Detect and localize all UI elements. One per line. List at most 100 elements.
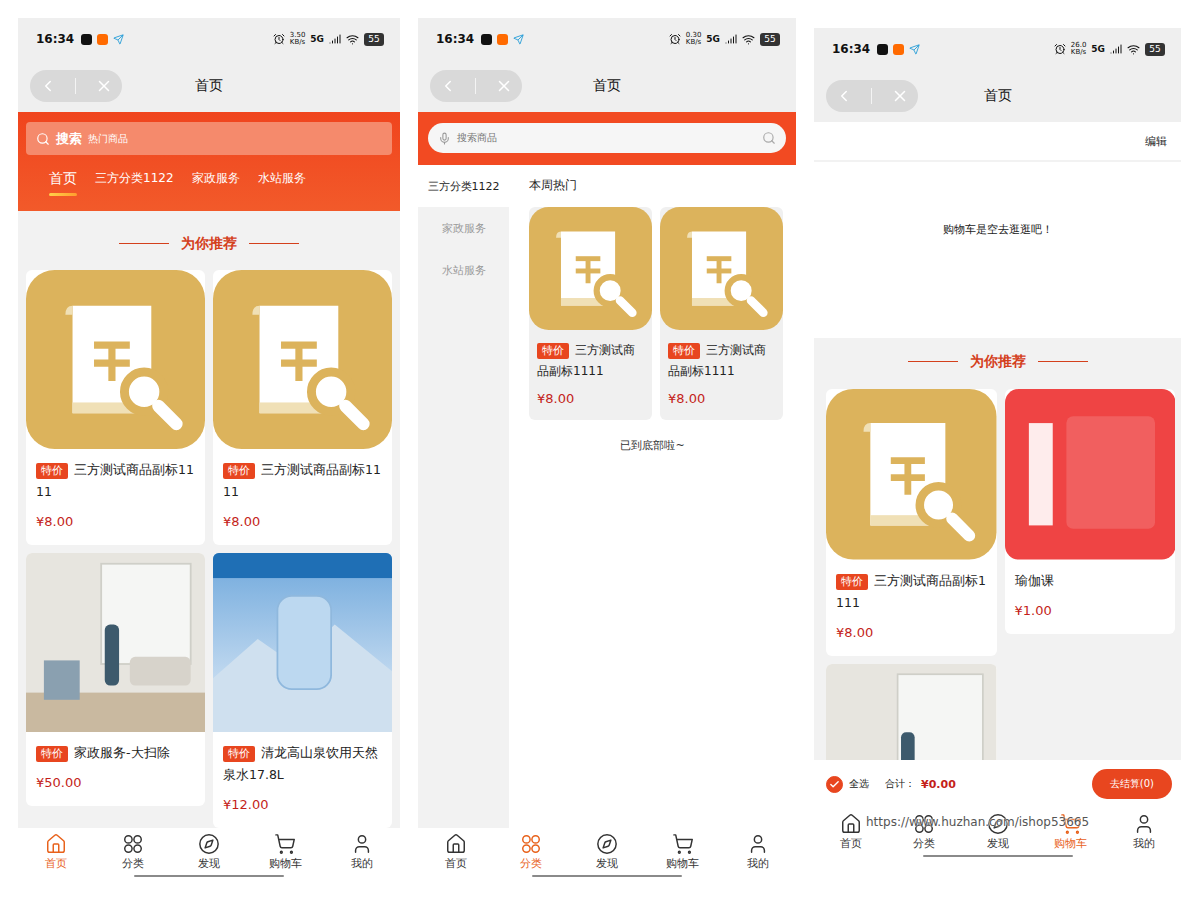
- network-type: 5G: [310, 34, 324, 44]
- profile-icon: [351, 833, 373, 855]
- category-tab[interactable]: 家政服务: [183, 169, 249, 199]
- product-info: 特价三方测试商品副标1111¥8.00: [826, 560, 997, 656]
- product-price: ¥1.00: [1015, 602, 1166, 620]
- alarm-icon: [273, 33, 285, 45]
- sidebar-item[interactable]: 三方分类1122: [418, 165, 509, 207]
- tab-bar-item[interactable]: 发现: [569, 828, 645, 875]
- receipt-image[interactable]: [26, 270, 205, 449]
- status-right: 26.0KB/s5G55: [1054, 42, 1165, 56]
- close-icon[interactable]: [95, 77, 113, 95]
- nav-bar: 首页: [814, 70, 1181, 122]
- total-label: 合计：: [885, 777, 915, 791]
- checkout-button[interactable]: 去结算(0): [1092, 769, 1172, 799]
- status-left: 16:34: [832, 42, 920, 56]
- status-time: 16:34: [832, 42, 870, 56]
- product-price: ¥8.00: [537, 390, 644, 408]
- tab-bar-item[interactable]: 发现: [171, 828, 247, 875]
- search-box[interactable]: 搜索热门商品: [26, 122, 392, 155]
- room-photo[interactable]: [826, 664, 997, 761]
- product-price: ¥8.00: [36, 513, 195, 531]
- product-card[interactable]: 特价三方测试商品副标1111¥8.00: [660, 207, 783, 420]
- search-icon[interactable]: [762, 131, 776, 145]
- network-speed: 3.50KB/s: [290, 32, 306, 46]
- category-icon: [122, 833, 144, 855]
- tab-bar-item[interactable]: 首页: [418, 828, 494, 875]
- cart-icon: [1060, 813, 1082, 835]
- product-price: ¥12.00: [223, 796, 382, 814]
- product-info: 特价三方测试商品副标1111¥8.00: [213, 449, 392, 545]
- wifi-icon: [742, 33, 755, 46]
- section-title: 为你推荐: [814, 338, 1181, 389]
- tab-bar-item[interactable]: 首页: [814, 808, 887, 855]
- check-icon: [829, 779, 840, 790]
- tab-bar-item[interactable]: 我的: [324, 828, 400, 875]
- receipt-image[interactable]: [660, 207, 783, 330]
- network-type: 5G: [706, 34, 720, 44]
- watermark: https://www.huzhan.com/ishop53665: [866, 815, 1089, 829]
- wifi-icon: [1127, 43, 1140, 56]
- receipt-image[interactable]: [529, 207, 652, 330]
- product-info: 特价清龙高山泉饮用天然泉水17.8L¥12.00: [213, 732, 392, 828]
- category-tab[interactable]: 首页: [40, 169, 86, 199]
- back-icon[interactable]: [39, 77, 57, 95]
- category-icon: [520, 833, 542, 855]
- sidebar-item[interactable]: 家政服务: [418, 207, 509, 249]
- wifi-icon: [346, 33, 359, 46]
- logo-image[interactable]: [1005, 389, 1176, 560]
- back-icon[interactable]: [439, 77, 457, 95]
- receipt-image[interactable]: [213, 270, 392, 449]
- status-right: 3.50KB/s5G55: [273, 32, 384, 46]
- tab-bar-item[interactable]: 我的: [1108, 808, 1181, 855]
- tab-bar-item[interactable]: 分类: [494, 828, 570, 875]
- title-line: [249, 243, 299, 244]
- product-card[interactable]: [826, 664, 997, 761]
- product-card[interactable]: 特价清龙高山泉饮用天然泉水17.8L¥12.00: [213, 553, 392, 828]
- tiktok-icon: [877, 44, 888, 55]
- tab-bar-item[interactable]: 我的: [720, 828, 796, 875]
- category-tab[interactable]: 三方分类1122: [86, 169, 183, 199]
- capsule-divider: [871, 88, 872, 104]
- sidebar-item[interactable]: 水站服务: [418, 249, 509, 291]
- nav-title: 首页: [593, 77, 621, 95]
- product-price: ¥8.00: [668, 390, 775, 408]
- close-icon[interactable]: [495, 77, 513, 95]
- tab-bar-item[interactable]: 购物车: [645, 828, 721, 875]
- product-card[interactable]: 特价家政服务-大扫除¥50.00: [26, 553, 205, 806]
- edit-button[interactable]: 编辑: [1145, 134, 1167, 149]
- tab-bar-item[interactable]: 首页: [18, 828, 94, 875]
- product-card[interactable]: 特价三方测试商品副标1111¥8.00: [213, 270, 392, 545]
- home-icon: [45, 833, 67, 855]
- select-all-label[interactable]: 全选: [849, 777, 869, 791]
- nav-capsule: [430, 70, 522, 102]
- title-line: [908, 361, 958, 362]
- product-card[interactable]: 特价三方测试商品副标1111¥8.00: [826, 389, 997, 656]
- back-icon[interactable]: [835, 87, 853, 105]
- product-tag: 特价: [223, 463, 255, 479]
- water-photo[interactable]: [213, 553, 392, 732]
- tab-bar-item[interactable]: 分类: [94, 828, 170, 875]
- mic-icon[interactable]: [438, 132, 451, 145]
- product-tag: 特价: [36, 746, 68, 762]
- tab-bar-item[interactable]: 分类: [887, 808, 960, 855]
- category-tab[interactable]: 水站服务: [249, 169, 315, 199]
- signal-icon: [1110, 43, 1122, 55]
- room-photo[interactable]: [26, 553, 205, 732]
- select-all-checkbox[interactable]: [826, 776, 843, 793]
- cart-content: 编辑购物车是空去逛逛吧！为你推荐特价三方测试商品副标1111¥8.00瑜伽课¥1…: [814, 122, 1181, 760]
- product-info: 特价家政服务-大扫除¥50.00: [26, 732, 205, 806]
- search-box[interactable]: 搜索商品: [428, 123, 786, 153]
- product-card[interactable]: 瑜伽课¥1.00: [1005, 389, 1176, 634]
- profile-icon: [747, 833, 769, 855]
- product-card[interactable]: 特价三方测试商品副标1111¥8.00: [26, 270, 205, 545]
- search-icon: [36, 132, 50, 146]
- home-icon: [840, 813, 862, 835]
- tiktok-icon: [481, 34, 492, 45]
- tab-bar-item[interactable]: 购物车: [1034, 808, 1107, 855]
- alarm-icon: [669, 33, 681, 45]
- category-screen: 16:340.30KB/s5G55首页搜索商品三方分类1122家政服务水站服务本…: [418, 18, 796, 880]
- product-card[interactable]: 特价三方测试商品副标1111¥8.00: [529, 207, 652, 420]
- receipt-image[interactable]: [826, 389, 997, 560]
- tab-bar-item[interactable]: 发现: [961, 808, 1034, 855]
- tab-bar-item[interactable]: 购物车: [247, 828, 323, 875]
- close-icon[interactable]: [891, 87, 909, 105]
